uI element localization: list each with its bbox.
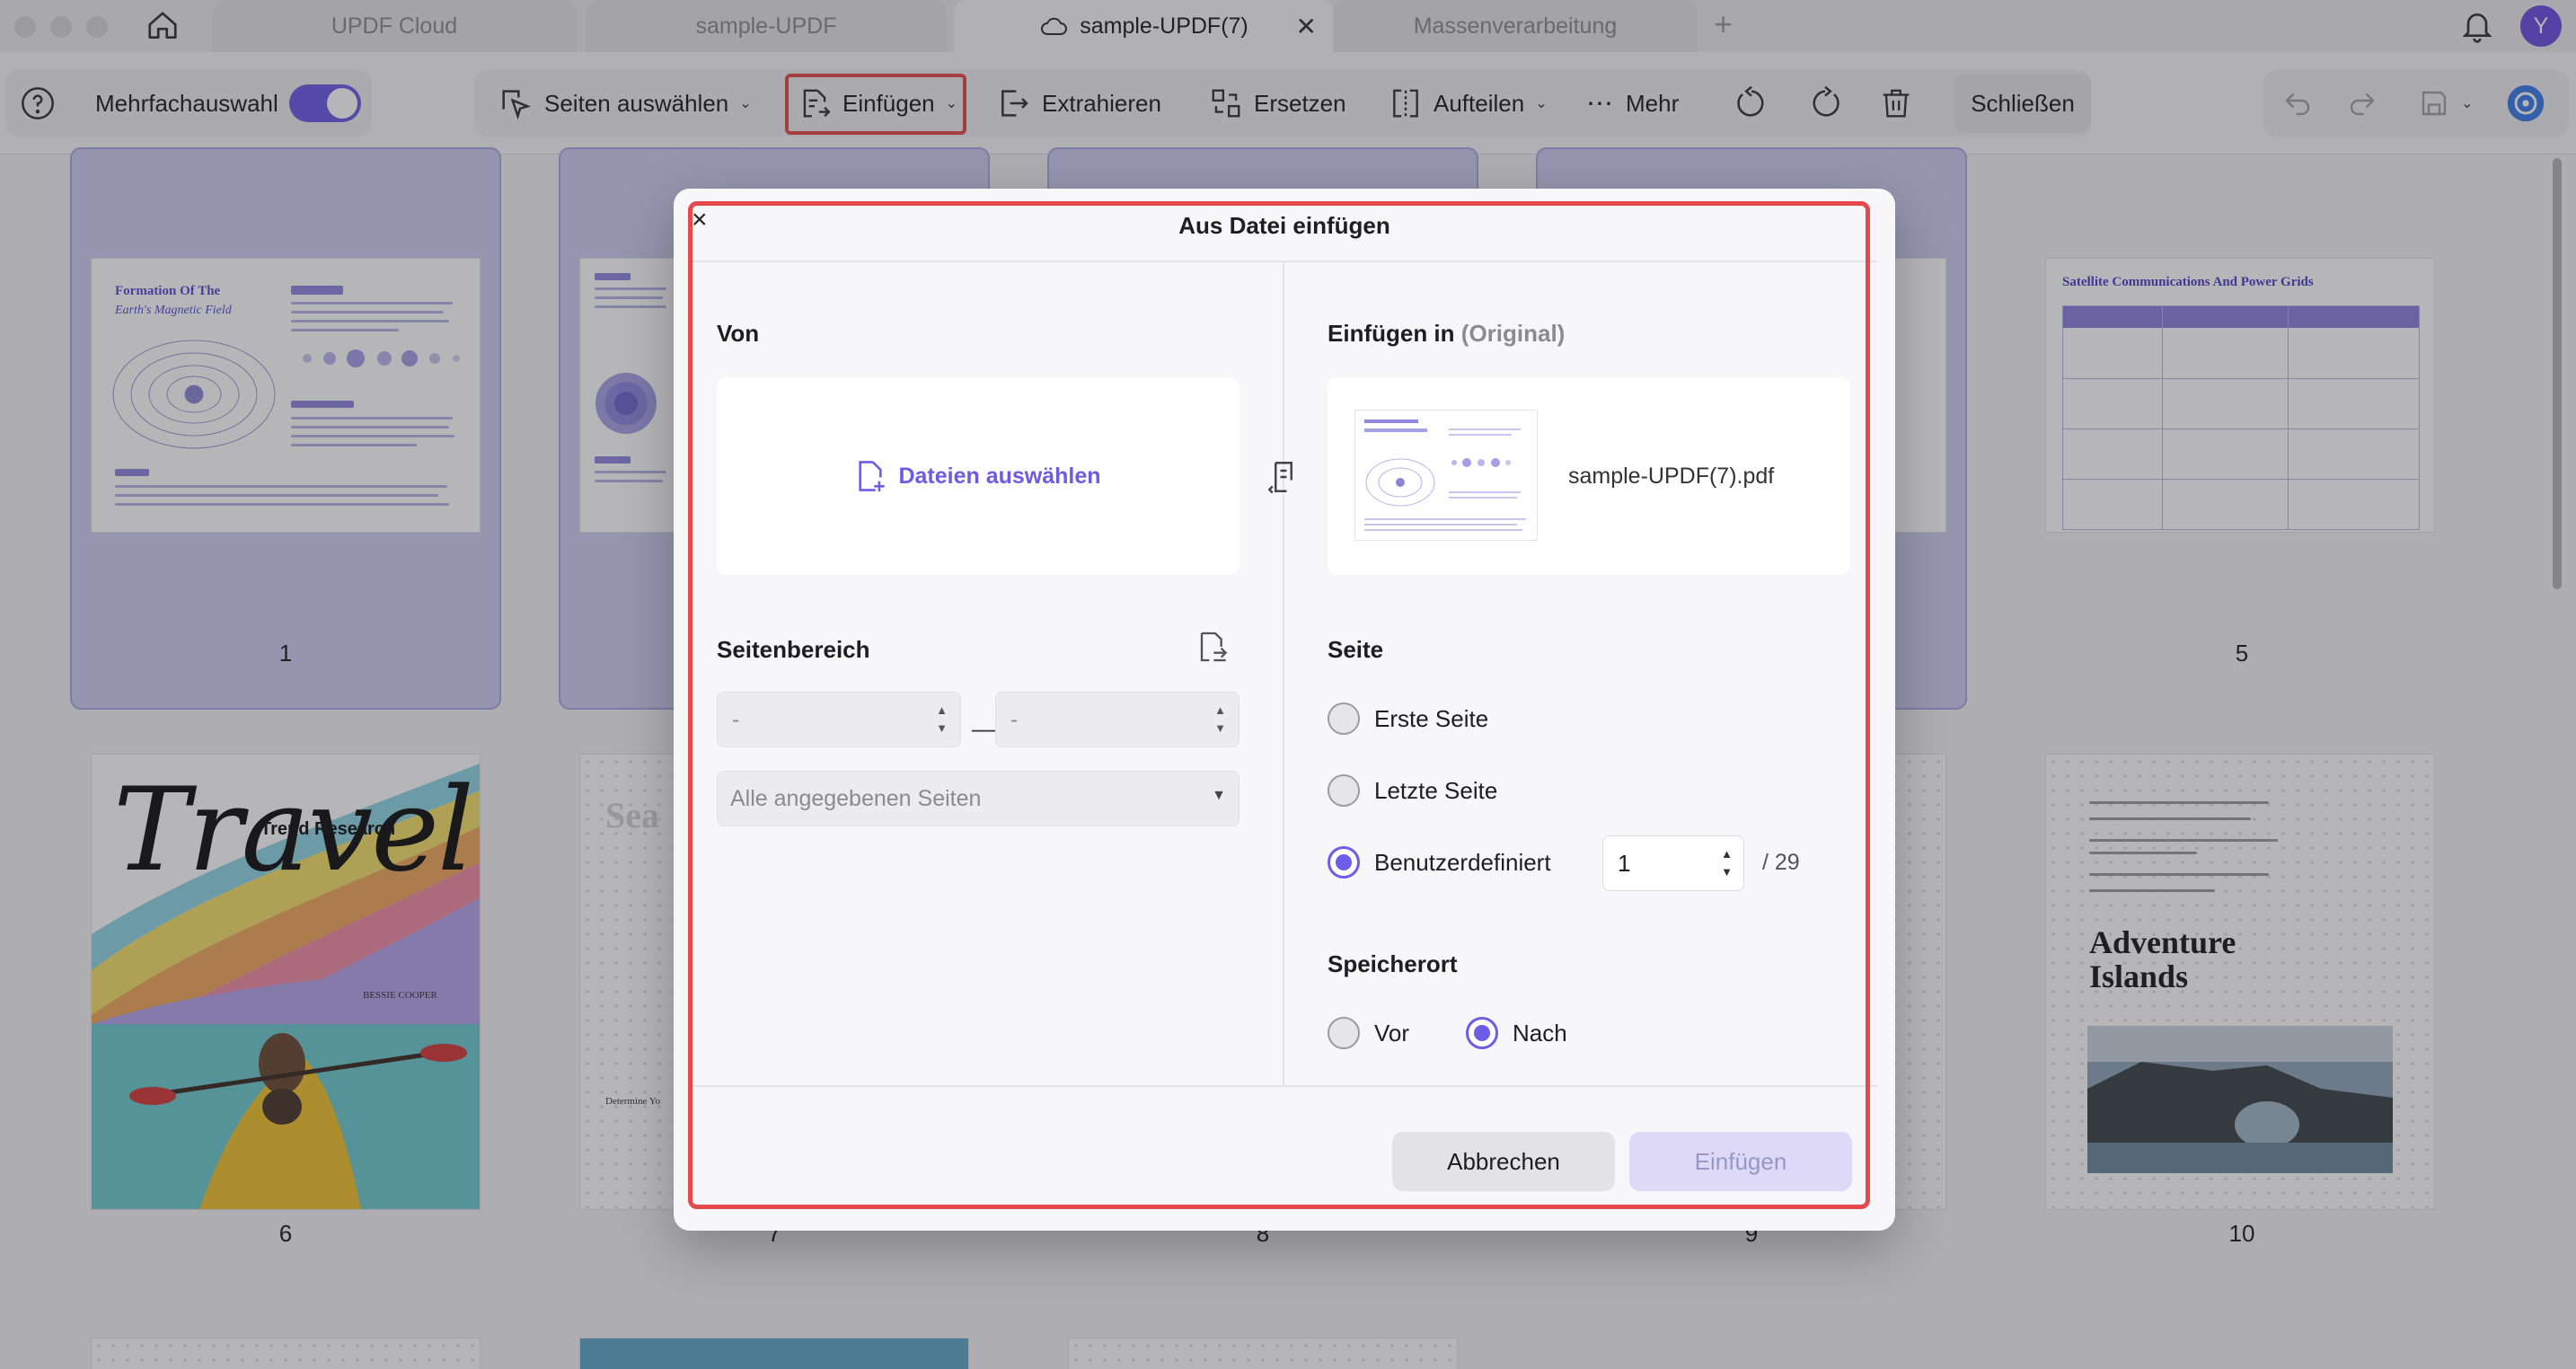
radio-button[interactable]	[1328, 1017, 1360, 1049]
page-position-label: Seite	[1328, 636, 1384, 663]
insert-into-label: Einfügen in (Original)	[1328, 320, 1566, 347]
radio-button[interactable]	[1328, 702, 1360, 735]
divider	[692, 261, 1877, 262]
after-label: Nach	[1513, 1019, 1567, 1047]
dropdown-arrow-icon: ▼	[1212, 788, 1226, 803]
target-file-card: sample-UPDF(7).pdf	[1328, 377, 1850, 575]
radio-button-selected[interactable]	[1328, 846, 1360, 879]
page-range-from-input[interactable]: - ▲ ▼	[717, 692, 961, 747]
target-file-thumbnail	[1354, 410, 1538, 541]
page-range-label: Seitenbereich	[717, 636, 870, 663]
page-range-to-input[interactable]: - ▲ ▼	[995, 692, 1239, 747]
before-option[interactable]: Vor	[1328, 1017, 1409, 1049]
dialog-title: Aus Datei einfügen	[1178, 212, 1390, 239]
insert-from-file-dialog: × Aus Datei einfügen Von Dateien auswähl…	[674, 189, 1895, 1231]
target-file-name: sample-UPDF(7).pdf	[1568, 464, 1775, 489]
total-pages: / 29	[1762, 850, 1800, 875]
last-page-label: Letzte Seite	[1374, 776, 1498, 804]
custom-page-input[interactable]: 1 ▲ ▼	[1602, 835, 1744, 891]
radio-button[interactable]	[1328, 774, 1360, 807]
first-page-option[interactable]: Erste Seite	[1328, 702, 1488, 735]
choose-files-label: Dateien auswählen	[898, 463, 1101, 489]
stepper-icon[interactable]: ▲ ▼	[1721, 845, 1733, 881]
custom-page-option[interactable]: Benutzerdefiniert	[1328, 846, 1551, 879]
stepper-icon[interactable]: ▲ ▼	[1214, 702, 1226, 737]
after-option[interactable]: Nach	[1466, 1017, 1567, 1049]
location-label: Speicherort	[1328, 950, 1458, 977]
insert-confirm-button[interactable]: Einfügen	[1629, 1132, 1852, 1191]
cancel-button[interactable]: Abbrechen	[1392, 1132, 1615, 1191]
stepper-icon[interactable]: ▲ ▼	[936, 702, 948, 737]
add-file-icon	[859, 461, 886, 491]
page-subset-select[interactable]: Alle angegebenen Seiten ▼	[717, 771, 1239, 826]
range-separator: —	[972, 715, 995, 742]
before-label: Vor	[1374, 1019, 1410, 1047]
from-label: Von	[717, 320, 760, 347]
custom-page-label: Benutzerdefiniert	[1374, 848, 1551, 876]
page-range-swap-icon[interactable]	[1193, 629, 1229, 669]
divider	[1283, 262, 1284, 1087]
choose-files-button[interactable]: Dateien auswählen	[717, 377, 1239, 575]
swap-icon[interactable]	[1265, 458, 1302, 500]
radio-button-selected[interactable]	[1466, 1017, 1498, 1049]
divider	[692, 1085, 1877, 1087]
last-page-option[interactable]: Letzte Seite	[1328, 774, 1497, 807]
first-page-label: Erste Seite	[1374, 704, 1489, 732]
